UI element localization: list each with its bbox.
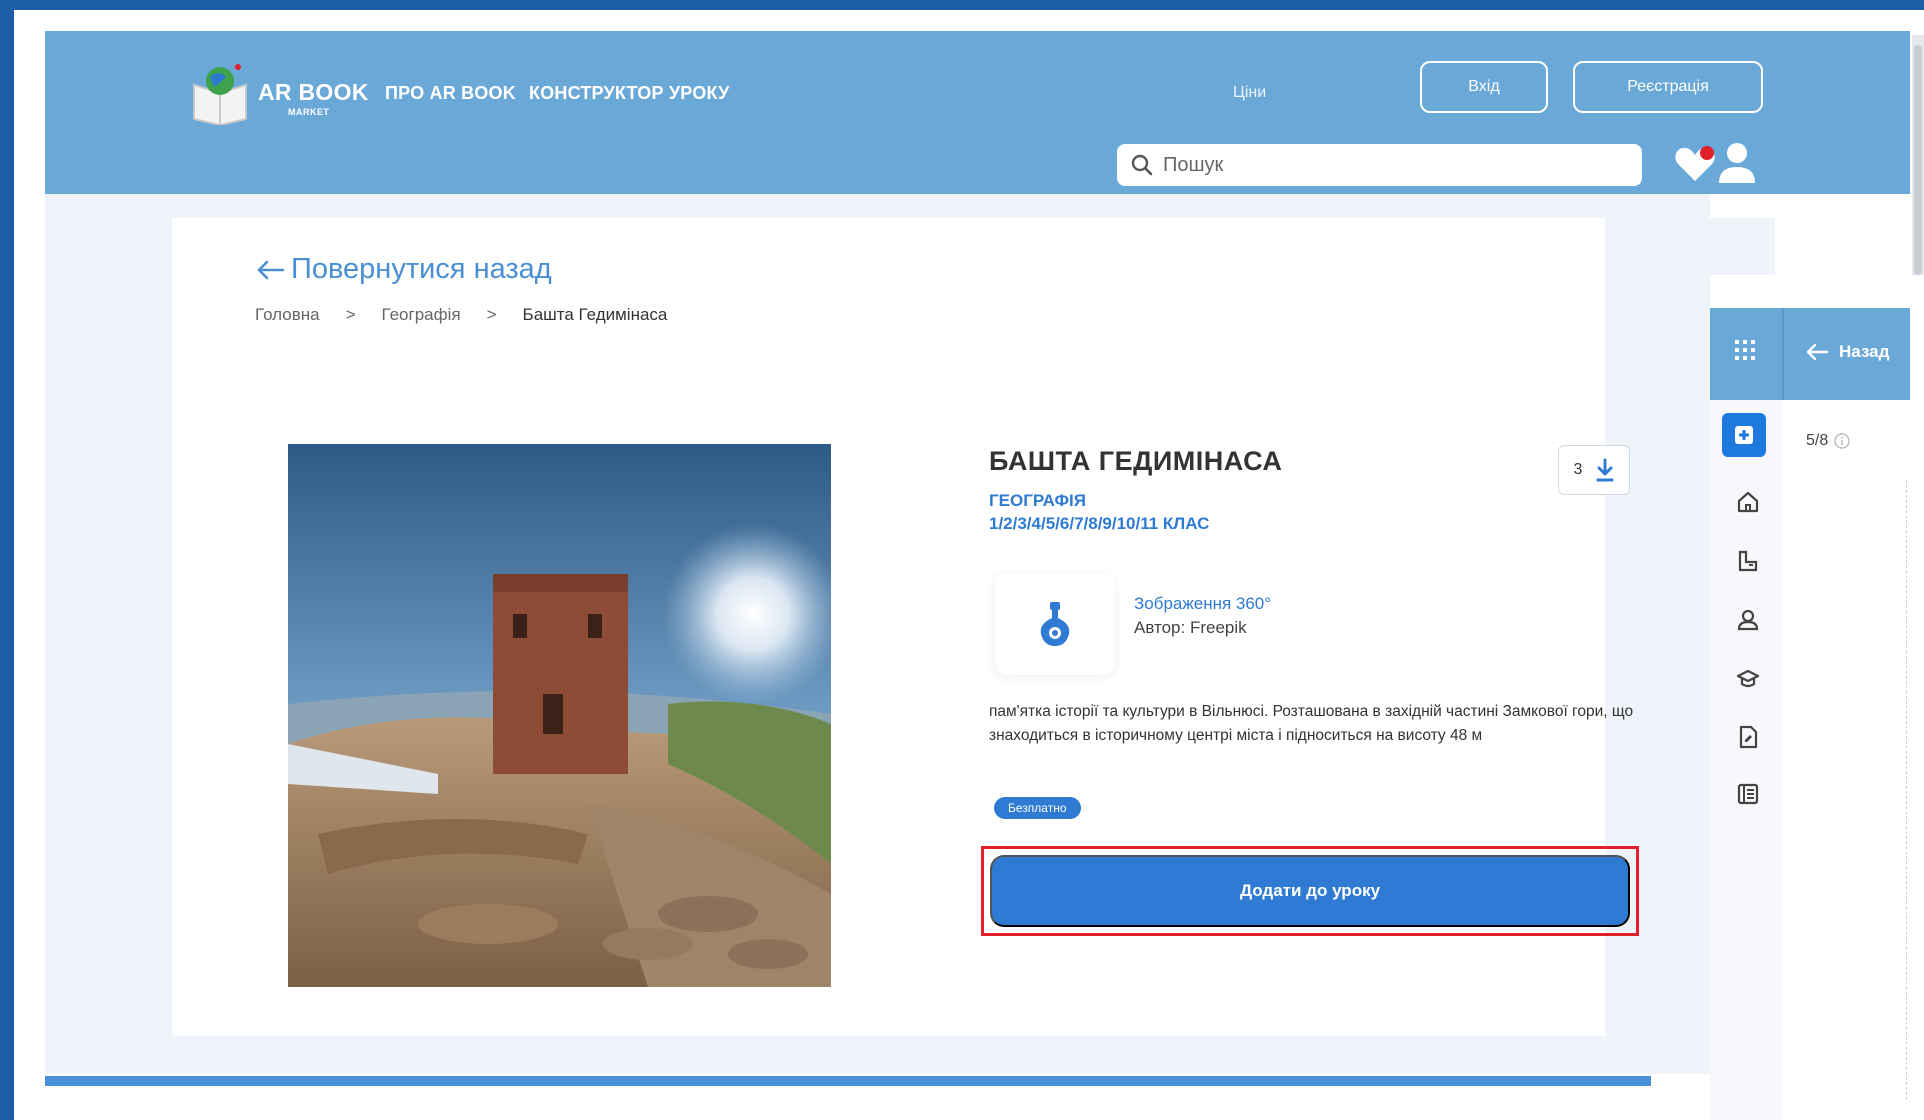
- back-link[interactable]: Повернутися назад: [255, 253, 552, 286]
- side-panel-dashed-border: [1906, 480, 1908, 1100]
- content-type-label: Зображення 360°: [1134, 594, 1272, 613]
- breadcrumb-current: Башта Гедимінаса: [522, 305, 668, 324]
- breadcrumb-category[interactable]: Географія: [382, 305, 461, 325]
- plus-square-icon: [1735, 426, 1753, 444]
- slide-count: 5/8: [1806, 432, 1829, 449]
- library-icon: [1738, 550, 1758, 572]
- arrow-left-icon: [257, 260, 285, 279]
- content-type-tile: [995, 573, 1115, 675]
- price-badge: Безплатно: [994, 797, 1081, 819]
- breadcrumb: Головна > Географія > Башта Гедимінаса: [255, 305, 667, 325]
- download-count: 3: [1573, 461, 1583, 478]
- users-tool[interactable]: [1733, 605, 1763, 635]
- side-panel-divider: [1782, 308, 1784, 400]
- search-icon: [1131, 154, 1153, 176]
- register-button[interactable]: Реєстрація: [1573, 61, 1763, 113]
- nav-about[interactable]: ПРО AR BOOK: [385, 83, 516, 104]
- graduation-cap-icon: [1736, 669, 1760, 688]
- site-header: AR BOOK MARKET ПРО AR BOOK КОНСТРУКТОР У…: [45, 31, 1910, 194]
- nav-lesson-builder[interactable]: КОНСТРУКТОР УРОКУ: [529, 83, 730, 104]
- slide-counter: 5/8: [1806, 432, 1850, 450]
- heart-icon[interactable]: [1673, 145, 1717, 185]
- info-icon[interactable]: [1834, 433, 1850, 449]
- product-description: пам'ятка історії та культури в Вільнюсі.…: [989, 703, 1634, 744]
- product-image[interactable]: [288, 444, 831, 987]
- document-tool[interactable]: [1733, 722, 1763, 752]
- side-panel-back[interactable]: Назад: [1805, 342, 1889, 362]
- book-tool[interactable]: [1733, 779, 1763, 809]
- 360-image-icon: [1040, 602, 1070, 646]
- book-icon: [1737, 783, 1759, 805]
- education-tool[interactable]: [1733, 664, 1763, 694]
- download-counter[interactable]: 3: [1558, 445, 1630, 495]
- home-icon: [1737, 491, 1759, 513]
- user-icon: [1737, 609, 1759, 631]
- header-user-icons: [1673, 141, 1755, 186]
- grid-menu-icon[interactable]: [1733, 338, 1757, 362]
- content-author: Автор: Freepik: [1134, 618, 1247, 637]
- footer-bar: [45, 1076, 1651, 1086]
- product-subject[interactable]: ГЕОГРАФІЯ: [989, 491, 1086, 511]
- add-to-lesson-button[interactable]: Додати до уроку: [990, 855, 1630, 927]
- logo[interactable]: AR BOOK MARKET: [190, 55, 380, 135]
- arrow-left-icon: [1806, 343, 1829, 361]
- home-tool[interactable]: [1733, 487, 1763, 517]
- download-icon: [1596, 458, 1614, 482]
- nav-prices[interactable]: Ціни: [1233, 84, 1266, 102]
- product-grades: 1/2/3/4/5/6/7/8/9/10/11 КЛАС: [989, 514, 1210, 533]
- tower-panorama-image: [288, 444, 831, 987]
- user-icon[interactable]: [1717, 141, 1757, 185]
- search-bar[interactable]: [1117, 144, 1642, 186]
- logo-subtitle: MARKET: [288, 107, 330, 117]
- add-item-tool[interactable]: [1722, 413, 1766, 457]
- back-link-label: Повернутися назад: [291, 253, 552, 285]
- login-button[interactable]: Вхід: [1420, 61, 1548, 113]
- breadcrumb-separator: >: [486, 305, 497, 324]
- scrollbar-thumb[interactable]: [1914, 45, 1922, 275]
- breadcrumb-separator: >: [345, 305, 356, 324]
- product-title: БАШТА ГЕДИМІНАСА: [989, 446, 1283, 476]
- side-panel-back-label: Назад: [1839, 342, 1890, 361]
- breadcrumb-home[interactable]: Головна: [255, 305, 320, 325]
- search-input[interactable]: [1163, 153, 1603, 177]
- logo-text: AR BOOK: [258, 79, 369, 105]
- book-globe-icon: [193, 64, 247, 125]
- library-tool[interactable]: [1733, 546, 1763, 576]
- document-edit-icon: [1739, 725, 1758, 749]
